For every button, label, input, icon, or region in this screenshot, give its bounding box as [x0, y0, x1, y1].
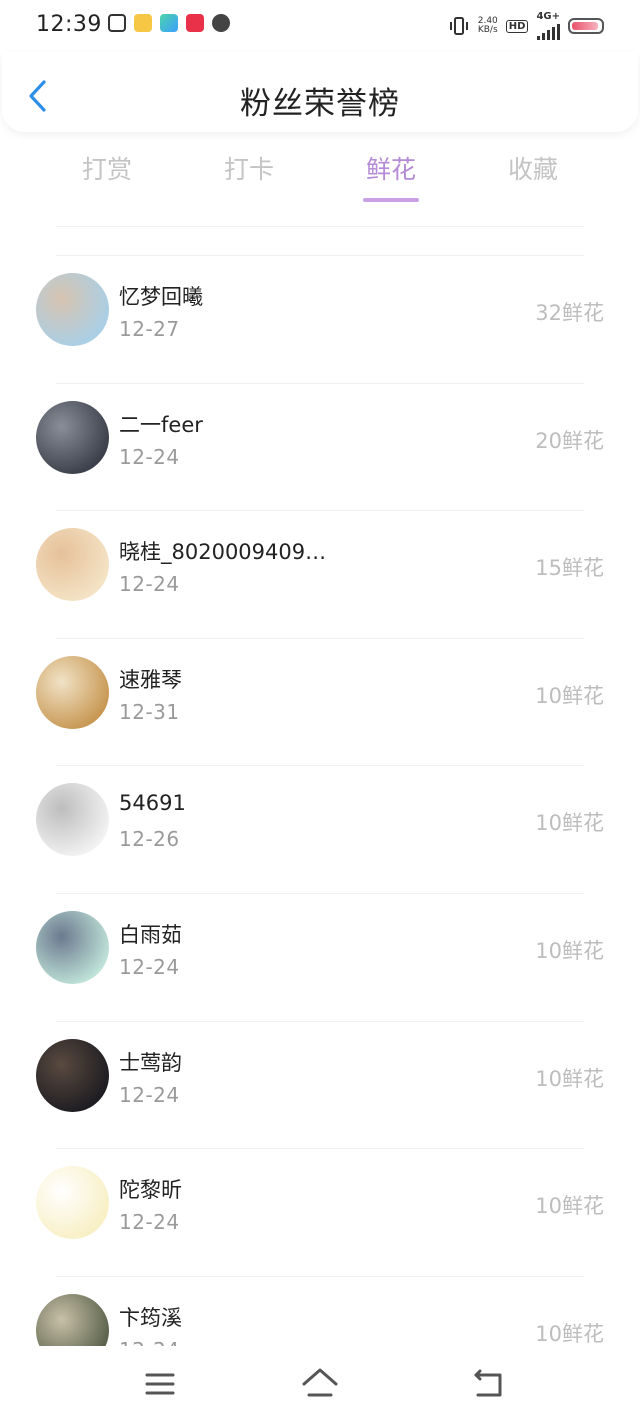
list-item[interactable]: 白雨茹 12-24 10鲜花	[0, 893, 640, 1021]
list-item[interactable]: 二一feer 12-24 20鲜花	[0, 382, 640, 511]
row-divider	[56, 255, 584, 256]
flower-count: 10鲜花	[535, 1194, 604, 1219]
fan-name: 速雅琴	[119, 667, 182, 692]
status-indicators: 2.40 KB/s HD 4G+	[448, 12, 604, 40]
avatar[interactable]	[36, 783, 109, 857]
avatar[interactable]	[36, 1038, 109, 1112]
divider	[56, 226, 584, 227]
cat-app-icon	[108, 14, 126, 32]
back-icon[interactable]	[468, 1364, 508, 1404]
flower-count: 10鲜花	[535, 683, 604, 708]
fan-name: 晓桂_8020009409…	[119, 540, 327, 565]
flower-count: 10鲜花	[535, 1321, 604, 1346]
fan-date: 12-27	[119, 317, 180, 341]
avatar[interactable]	[36, 528, 109, 602]
signal-icon: 4G+	[536, 12, 560, 40]
net-speed-unit: KB/s	[477, 25, 498, 35]
list-item[interactable]: 陀黎昕 12-24 10鲜花	[0, 1148, 640, 1276]
battery-icon	[568, 18, 604, 34]
avatar[interactable]	[36, 400, 109, 474]
store-app-icon	[160, 14, 178, 32]
tab-checkin[interactable]: 打卡	[189, 150, 309, 186]
flower-count: 32鲜花	[535, 301, 604, 325]
row-divider	[56, 1275, 584, 1277]
list-item[interactable]: 晓桂_8020009409… 12-24 15鲜花	[0, 510, 640, 638]
row-divider	[56, 637, 584, 639]
system-nav-bar	[0, 1346, 640, 1422]
avatar[interactable]	[36, 655, 109, 729]
list-item[interactable]: 士莺韵 12-24 10鲜花	[0, 1020, 640, 1149]
network-type: 4G+	[536, 11, 560, 22]
avatar[interactable]	[36, 911, 109, 984]
avatar[interactable]	[36, 1166, 109, 1240]
bee-app-icon	[134, 14, 152, 32]
status-bar: 12:39 2.40 KB/s HD 4G+	[0, 0, 640, 52]
flower-count: 15鲜花	[535, 556, 604, 581]
list-item[interactable]: 速雅琴 12-31 10鲜花	[0, 637, 640, 766]
home-icon[interactable]	[300, 1364, 340, 1404]
flower-count: 20鲜花	[535, 428, 604, 453]
list-item[interactable]: 忆梦回曦 12-27 32鲜花	[0, 255, 640, 383]
fan-name: 士莺韵	[119, 1050, 182, 1075]
fan-name: 二一feer	[119, 412, 203, 437]
fan-date: 12-31	[119, 699, 180, 724]
list-item[interactable]: 54691 12-26 10鲜花	[0, 765, 640, 893]
shop-app-icon	[186, 14, 204, 32]
fan-name: 白雨茹	[119, 923, 182, 947]
fan-date: 12-24	[119, 572, 180, 597]
status-time: 12:39	[36, 12, 102, 37]
row-divider	[56, 765, 584, 767]
fan-date: 12-26	[119, 827, 180, 852]
fan-name: 54691	[119, 791, 186, 816]
header-bar: 粉丝荣誉榜	[2, 52, 638, 132]
flower-count: 10鲜花	[535, 939, 604, 963]
flower-count: 10鲜花	[535, 811, 604, 836]
tab-bar: 打赏 打卡 鲜花 收藏	[0, 150, 640, 210]
fan-date: 12-24	[119, 444, 180, 469]
row-divider	[56, 893, 584, 894]
net-speed: 2.40 KB/s	[478, 17, 498, 35]
fan-name: 卞筠溪	[119, 1305, 182, 1330]
row-divider	[56, 1020, 584, 1022]
menu-icon[interactable]	[140, 1364, 180, 1404]
hd-badge: HD	[505, 19, 529, 33]
active-tab-indicator	[363, 198, 419, 202]
flower-count: 10鲜花	[535, 1066, 604, 1091]
fan-name: 陀黎昕	[119, 1178, 182, 1203]
row-divider	[56, 510, 584, 512]
row-divider	[56, 382, 584, 384]
fan-date: 12-24	[119, 1082, 180, 1107]
tab-flowers[interactable]: 鲜花	[331, 150, 451, 186]
tab-favorites[interactable]: 收藏	[473, 150, 593, 186]
vibrate-icon	[449, 17, 468, 35]
fan-date: 12-24	[119, 1210, 180, 1235]
fan-date: 12-24	[119, 955, 180, 979]
row-divider	[56, 1148, 584, 1150]
tab-reward[interactable]: 打赏	[47, 150, 167, 186]
avatar[interactable]	[36, 273, 109, 346]
page-title: 粉丝荣誉榜	[240, 86, 400, 122]
fan-name: 忆梦回曦	[119, 285, 203, 309]
notification-icons	[108, 14, 230, 32]
chat-bubble-icon	[212, 14, 230, 32]
